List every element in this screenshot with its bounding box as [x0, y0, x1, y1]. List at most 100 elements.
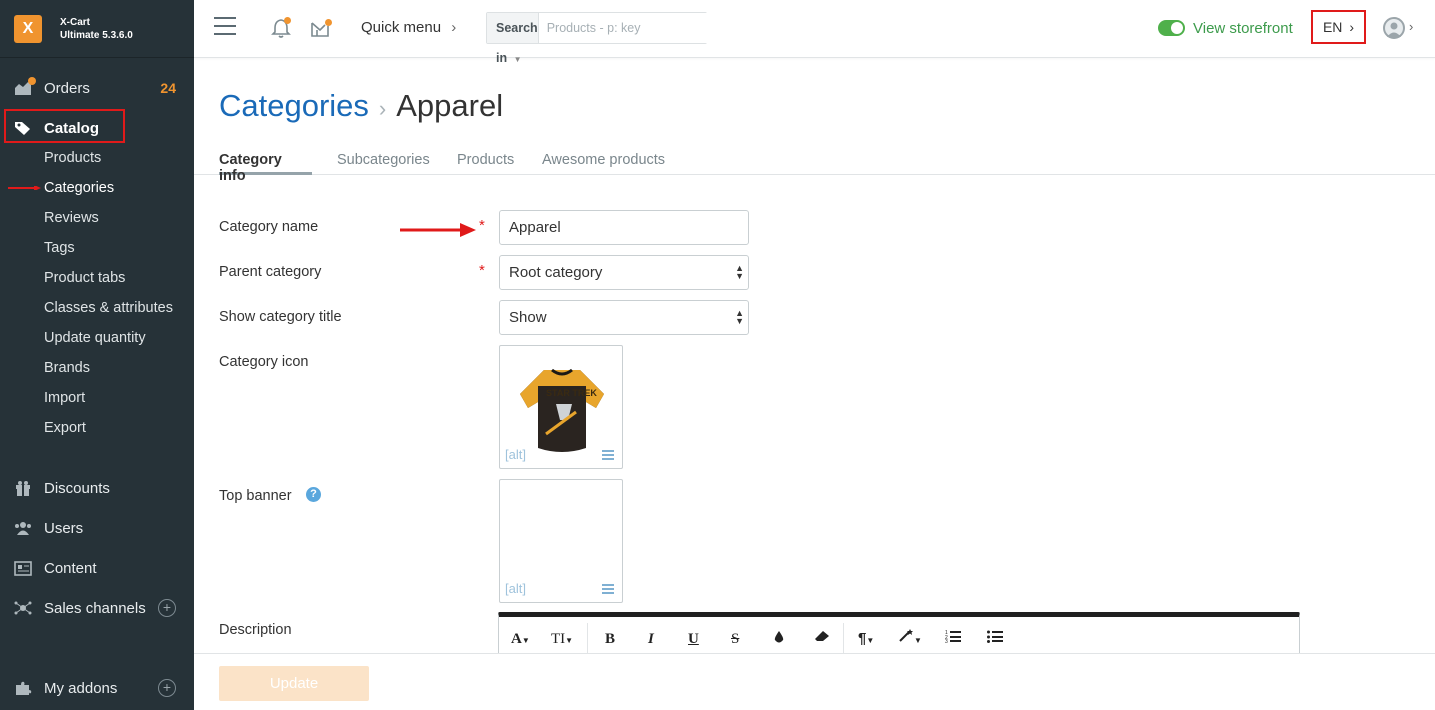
caret-down-icon: ▼ [521, 636, 530, 645]
sidebar-item-label: Content [44, 559, 97, 577]
sidebar-item-orders[interactable]: Orders 24 [0, 73, 194, 103]
tab-bar: Category info Subcategories Products Awe… [194, 152, 1435, 184]
category-icon-uploader[interactable]: STAR TREK [alt] [499, 345, 623, 469]
caret-down-icon: ▼ [565, 636, 574, 645]
sidebar-subitem-classes-attributes[interactable]: Classes & attributes [44, 293, 173, 323]
quick-menu-label: Quick menu [361, 19, 442, 36]
sidebar-item-label: Users [44, 519, 84, 537]
unordered-list-icon[interactable] [987, 629, 1003, 649]
required-marker: * [479, 262, 485, 279]
sidebar-subitem-product-tabs[interactable]: Product tabs [44, 263, 125, 293]
breadcrumb-current: Apparel [396, 88, 504, 123]
eraser-icon[interactable] [813, 629, 831, 649]
description-editor: A▼ TI▼ B I U S ¶▼ ▼ 123 [498, 612, 1300, 657]
sidebar-item-discounts[interactable]: Discounts [0, 473, 194, 503]
sidebar-item-label: Discounts [44, 479, 110, 497]
show-category-title-value: Show [509, 309, 547, 326]
caret-down-icon: ▼ [914, 636, 922, 645]
chevron-right-icon[interactable]: › [1409, 19, 1413, 34]
breadcrumb-categories-link[interactable]: Categories [219, 88, 369, 123]
show-category-title-label: Show category title [219, 309, 342, 325]
orders-count-badge: 24 [160, 80, 176, 96]
logo-area: X X-Cart Ultimate 5.3.6.0 [0, 0, 194, 58]
xcart-logo[interactable]: X [14, 14, 42, 43]
parent-category-label: Parent category [219, 264, 322, 280]
sidebar-subitem-brands[interactable]: Brands [44, 353, 90, 383]
caret-down-icon: ▼ [513, 55, 522, 64]
app-name: X-Cart Ultimate 5.3.6.0 [60, 16, 133, 42]
strikethrough-button[interactable]: S [731, 629, 739, 649]
storefront-toggle[interactable] [1158, 20, 1185, 36]
sidebar-item-label: My addons [44, 679, 118, 697]
breadcrumb-separator: › [378, 96, 387, 121]
image-menu-icon[interactable] [602, 582, 614, 594]
top-header: Quick menu › Search in ▼ View storefront… [194, 0, 1435, 65]
sidebar-subitem-categories[interactable]: Categories [44, 173, 114, 203]
help-icon[interactable]: ? [306, 487, 321, 502]
sidebar-subitem-update-quantity[interactable]: Update quantity [44, 323, 146, 353]
tab-subcategories[interactable]: Subcategories [337, 152, 430, 175]
sidebar-item-content[interactable]: Content [0, 553, 194, 583]
category-name-value: Apparel [509, 219, 561, 236]
sidebar-subitem-products[interactable]: Products [44, 143, 101, 173]
svg-text:3: 3 [945, 639, 948, 643]
required-marker: * [479, 217, 485, 234]
app-name-line1: X-Cart [60, 16, 91, 28]
user-avatar-icon[interactable] [1383, 17, 1405, 39]
toolbar-divider [843, 623, 844, 653]
categories-arrow-annotation [8, 186, 41, 190]
alt-text-link[interactable]: [alt] [505, 447, 526, 462]
image-menu-icon[interactable] [602, 448, 614, 460]
bold-button[interactable]: B [605, 629, 615, 649]
top-banner-uploader[interactable]: [alt] [499, 479, 623, 603]
language-code: EN [1322, 19, 1343, 35]
sidebar-item-sales-channels[interactable]: Sales channels + [0, 593, 194, 623]
parent-category-value: Root category [509, 264, 603, 281]
tab-category-info[interactable]: Category info [219, 152, 312, 184]
parent-category-select[interactable]: Root category ▲ ▼ [499, 255, 749, 290]
users-icon [14, 520, 32, 536]
sticky-footer: Update [194, 653, 1435, 710]
sidebar-item-users[interactable]: Users [0, 513, 194, 543]
view-storefront-link[interactable]: View storefront [1193, 20, 1293, 37]
puzzle-icon [14, 680, 32, 696]
messages-notification-dot [325, 19, 332, 26]
my-addons-add-icon[interactable]: + [158, 679, 176, 697]
svg-text:STAR TREK: STAR TREK [546, 388, 597, 398]
category-name-field[interactable]: Apparel [499, 210, 749, 245]
tab-products[interactable]: Products [457, 152, 514, 175]
search-in-dropdown[interactable]: Search in ▼ [487, 13, 539, 65]
language-selector[interactable]: EN › [1311, 10, 1366, 44]
underline-button[interactable]: U [688, 629, 699, 649]
magic-wand-button[interactable]: ▼ [898, 629, 922, 649]
category-name-label: Category name [219, 219, 319, 235]
sidebar-subitem-tags[interactable]: Tags [44, 233, 75, 263]
update-button[interactable]: Update [219, 666, 369, 701]
quick-menu-button[interactable]: Quick menu › [361, 19, 456, 36]
content-icon [14, 560, 32, 576]
sidebar-subitem-export[interactable]: Export [44, 413, 86, 443]
network-icon [14, 600, 32, 616]
paragraph-button[interactable]: ¶▼ [858, 629, 874, 649]
sales-channels-add-icon[interactable]: + [158, 599, 176, 617]
italic-button[interactable]: I [648, 629, 654, 649]
gift-icon [14, 480, 32, 496]
font-family-button[interactable]: A▼ [511, 629, 530, 649]
sidebar-item-my-addons[interactable]: My addons + [0, 673, 194, 703]
hamburger-menu-icon[interactable] [214, 17, 236, 37]
font-size-button[interactable]: TI▼ [551, 629, 573, 649]
search-input[interactable] [538, 13, 708, 43]
jersey-image: STAR TREK [520, 368, 604, 452]
color-drop-icon[interactable] [773, 629, 785, 649]
tab-awesome-products[interactable]: Awesome products [542, 152, 665, 175]
show-category-title-select[interactable]: Show ▲ ▼ [499, 300, 749, 335]
sidebar-subitem-reviews[interactable]: Reviews [44, 203, 99, 233]
description-label: Description [219, 622, 292, 638]
alt-text-link[interactable]: [alt] [505, 581, 526, 596]
orders-notification-dot [28, 77, 36, 85]
font-size-icon: TI [551, 631, 566, 647]
catalog-highlight-box [4, 109, 125, 143]
top-banner-label: Top banner [219, 488, 292, 504]
ordered-list-icon[interactable]: 123 [945, 629, 961, 649]
sidebar-subitem-import[interactable]: Import [44, 383, 85, 413]
